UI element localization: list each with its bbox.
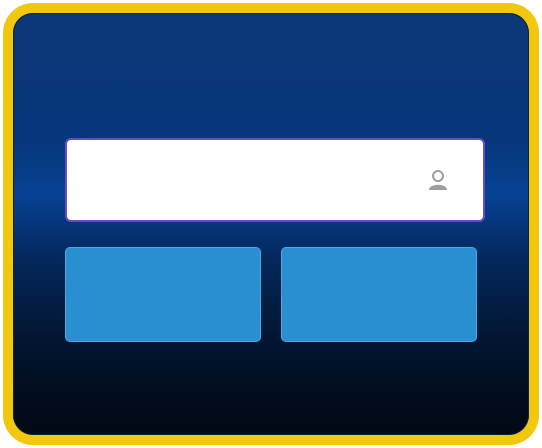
left-button[interactable] bbox=[65, 247, 261, 342]
username-field[interactable] bbox=[65, 138, 485, 222]
login-panel bbox=[13, 13, 529, 435]
user-icon bbox=[429, 170, 447, 190]
window-frame bbox=[3, 3, 539, 445]
username-input[interactable] bbox=[81, 139, 427, 221]
right-button[interactable] bbox=[281, 247, 477, 342]
